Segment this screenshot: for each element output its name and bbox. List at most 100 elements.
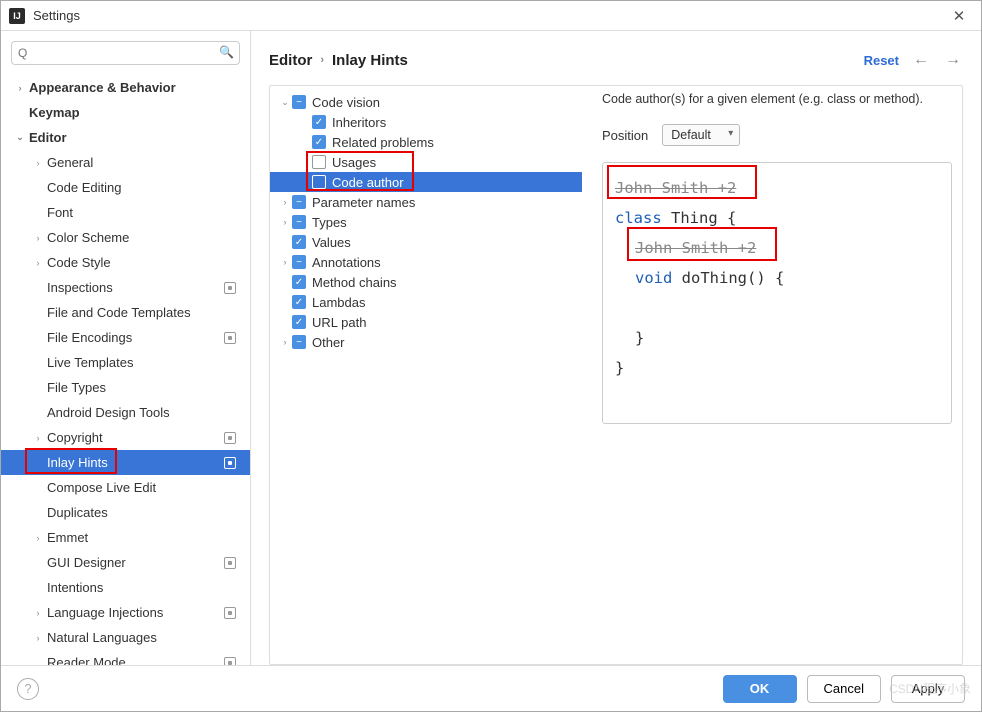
- settings-tree[interactable]: ›Appearance & Behavior›Keymap⌄Editor›Gen…: [1, 71, 250, 665]
- close-icon[interactable]: ✕: [945, 2, 973, 30]
- checkbox[interactable]: −: [292, 255, 306, 269]
- sidebar-item-language-injections[interactable]: ›Language Injections: [1, 600, 250, 625]
- hint-item-label: Lambdas: [312, 295, 574, 310]
- checkbox[interactable]: −: [292, 195, 306, 209]
- modified-indicator-icon: [224, 432, 236, 444]
- hint-item-label: Usages: [332, 155, 574, 170]
- checkbox[interactable]: −: [292, 215, 306, 229]
- hint-item-label: Other: [312, 335, 574, 350]
- sidebar-item-duplicates[interactable]: ›Duplicates: [1, 500, 250, 525]
- hint-item-label: Method chains: [312, 275, 574, 290]
- sidebar-item-inspections[interactable]: ›Inspections: [1, 275, 250, 300]
- sidebar-item-file-types[interactable]: ›File Types: [1, 375, 250, 400]
- forward-arrow-icon[interactable]: →: [943, 51, 963, 69]
- hint-item-label: Inheritors: [332, 115, 574, 130]
- chevron-icon: ⌄: [13, 132, 27, 143]
- sidebar-item-emmet[interactable]: ›Emmet: [1, 525, 250, 550]
- position-combo[interactable]: Default: [662, 124, 740, 146]
- content-header: Editor › Inlay Hints Reset ← →: [269, 45, 963, 75]
- sidebar-item-label: Compose Live Edit: [47, 480, 156, 495]
- preview-panel: Code author(s) for a given element (e.g.…: [602, 86, 962, 664]
- sidebar-item-label: Keymap: [29, 105, 80, 120]
- cancel-button[interactable]: Cancel: [807, 675, 881, 703]
- hint-item-label: Values: [312, 235, 574, 250]
- sidebar-item-appearance-behavior[interactable]: ›Appearance & Behavior: [1, 75, 250, 100]
- sidebar-item-inlay-hints[interactable]: ›Inlay Hints: [1, 450, 250, 475]
- keyword-class: class: [615, 209, 662, 227]
- sidebar-item-compose-live-edit[interactable]: ›Compose Live Edit: [1, 475, 250, 500]
- modified-indicator-icon: [224, 657, 236, 666]
- hint-item-other[interactable]: ›−Other: [270, 332, 582, 352]
- hint-item-related-problems[interactable]: ✓Related problems: [270, 132, 582, 152]
- sidebar-item-code-editing[interactable]: ›Code Editing: [1, 175, 250, 200]
- hint-item-code-author[interactable]: Code author: [270, 172, 582, 192]
- sidebar-item-label: File Encodings: [47, 330, 132, 345]
- sidebar-item-live-templates[interactable]: ›Live Templates: [1, 350, 250, 375]
- hint-item-parameter-names[interactable]: ›−Parameter names: [270, 192, 582, 212]
- help-icon[interactable]: ?: [17, 678, 39, 700]
- search-input[interactable]: [11, 41, 240, 65]
- chevron-icon: ›: [31, 258, 45, 268]
- apply-button[interactable]: Apply: [891, 675, 965, 703]
- hint-item-types[interactable]: ›−Types: [270, 212, 582, 232]
- hint-item-annotations[interactable]: ›−Annotations: [270, 252, 582, 272]
- sidebar-item-gui-designer[interactable]: ›GUI Designer: [1, 550, 250, 575]
- chevron-right-icon: ›: [320, 54, 324, 66]
- checkbox[interactable]: ✓: [292, 295, 306, 309]
- checkbox[interactable]: ✓: [292, 235, 306, 249]
- settings-sidebar: 🔍 ›Appearance & Behavior›Keymap⌄Editor›G…: [1, 31, 251, 665]
- hint-item-usages[interactable]: Usages: [270, 152, 582, 172]
- sidebar-item-intentions[interactable]: ›Intentions: [1, 575, 250, 600]
- sidebar-item-natural-languages[interactable]: ›Natural Languages: [1, 625, 250, 650]
- chevron-icon: ⌄: [278, 97, 292, 108]
- sidebar-item-file-and-code-templates[interactable]: ›File and Code Templates: [1, 300, 250, 325]
- sidebar-item-keymap[interactable]: ›Keymap: [1, 100, 250, 125]
- sidebar-item-label: General: [47, 155, 93, 170]
- sidebar-item-editor[interactable]: ⌄Editor: [1, 125, 250, 150]
- author-hint-1: John Smith +2: [615, 173, 736, 203]
- hint-description: Code author(s) for a given element (e.g.…: [602, 92, 952, 106]
- hint-item-url-path[interactable]: ✓URL path: [270, 312, 582, 332]
- hint-item-values[interactable]: ✓ Values: [270, 232, 582, 252]
- hint-item-inheritors[interactable]: ✓ Inheritors: [270, 112, 582, 132]
- chevron-icon: ›: [31, 533, 45, 543]
- sidebar-item-label: File and Code Templates: [47, 305, 191, 320]
- checkbox[interactable]: −: [292, 95, 306, 109]
- inlay-hints-tree[interactable]: ⌄−Code vision✓Inheritors✓Related problem…: [270, 86, 582, 664]
- checkbox[interactable]: −: [292, 335, 306, 349]
- hint-item-lambdas[interactable]: ✓ Lambdas: [270, 292, 582, 312]
- chevron-icon: ›: [13, 83, 27, 93]
- breadcrumb-part1: Editor: [269, 52, 312, 69]
- hint-item-code-vision[interactable]: ⌄−Code vision: [270, 92, 582, 112]
- chevron-icon: ›: [31, 433, 45, 443]
- sidebar-item-file-encodings[interactable]: ›File Encodings: [1, 325, 250, 350]
- code-preview: John Smith +2 class Thing { John Smith +…: [602, 162, 952, 424]
- checkbox[interactable]: ✓: [292, 315, 306, 329]
- sidebar-item-color-scheme[interactable]: ›Color Scheme: [1, 225, 250, 250]
- checkbox[interactable]: [312, 175, 326, 189]
- checkbox[interactable]: ✓: [312, 135, 326, 149]
- sidebar-item-android-design-tools[interactable]: ›Android Design Tools: [1, 400, 250, 425]
- sidebar-item-code-style[interactable]: ›Code Style: [1, 250, 250, 275]
- close-brace-inner: }: [615, 323, 939, 353]
- sidebar-item-copyright[interactable]: ›Copyright: [1, 425, 250, 450]
- sidebar-item-label: Appearance & Behavior: [29, 80, 176, 95]
- sidebar-item-reader-mode[interactable]: ›Reader Mode: [1, 650, 250, 665]
- sidebar-item-label: Intentions: [47, 580, 103, 595]
- ok-button[interactable]: OK: [723, 675, 797, 703]
- main-area: 🔍 ›Appearance & Behavior›Keymap⌄Editor›G…: [1, 31, 981, 665]
- sidebar-item-label: GUI Designer: [47, 555, 126, 570]
- position-row: Position Default: [602, 124, 952, 146]
- sidebar-item-font[interactable]: ›Font: [1, 200, 250, 225]
- checkbox[interactable]: ✓: [312, 115, 326, 129]
- chevron-icon: ›: [31, 633, 45, 643]
- sidebar-item-general[interactable]: ›General: [1, 150, 250, 175]
- checkbox[interactable]: ✓: [292, 275, 306, 289]
- back-arrow-icon[interactable]: ←: [911, 51, 931, 69]
- checkbox[interactable]: [312, 155, 326, 169]
- hint-item-label: Code author: [332, 175, 574, 190]
- hint-item-method-chains[interactable]: ✓ Method chains: [270, 272, 582, 292]
- hint-item-label: Code vision: [312, 95, 574, 110]
- sidebar-item-label: Inlay Hints: [47, 455, 108, 470]
- reset-link[interactable]: Reset: [864, 53, 899, 68]
